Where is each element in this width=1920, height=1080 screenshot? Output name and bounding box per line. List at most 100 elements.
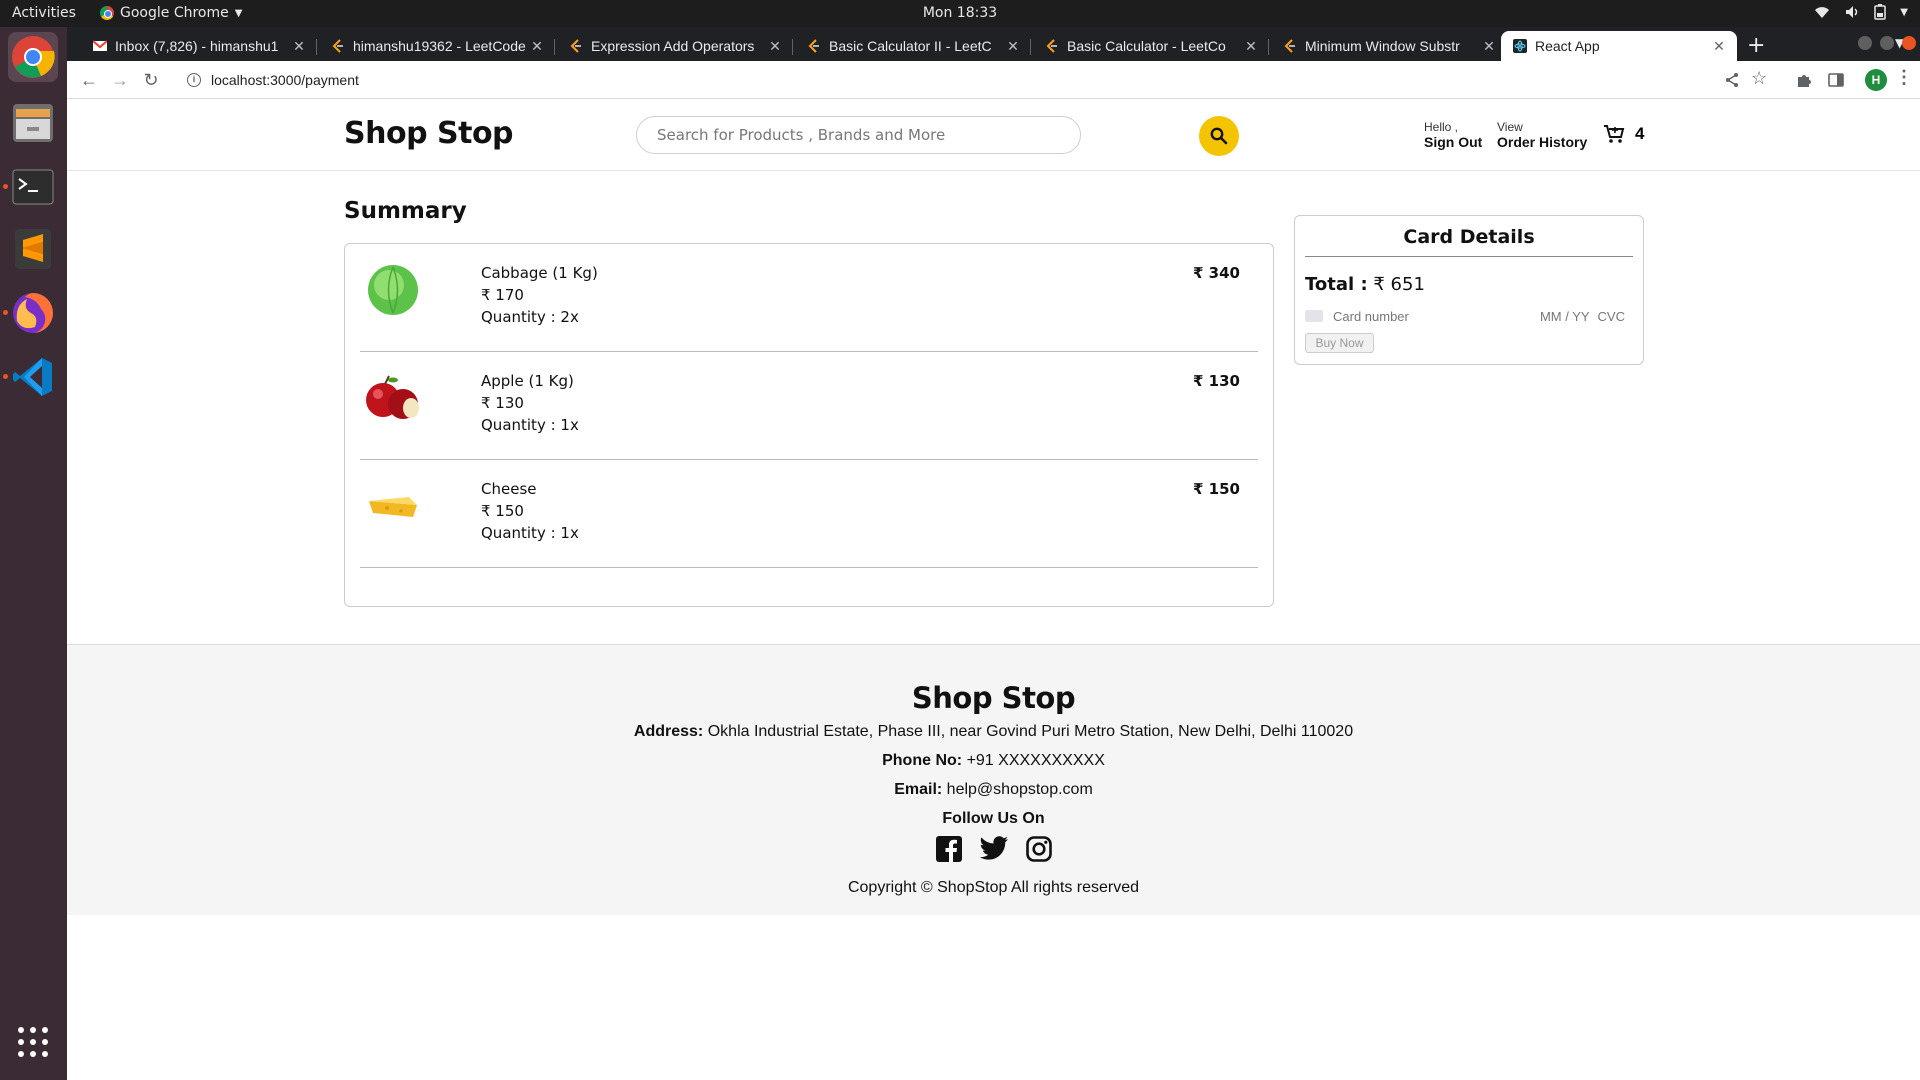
search-input[interactable] — [636, 116, 1081, 154]
close-window-icon[interactable] — [1902, 36, 1916, 50]
dock-firefox[interactable] — [3, 288, 58, 338]
volume-icon — [1846, 6, 1858, 18]
close-tab-icon[interactable]: ✕ — [529, 38, 545, 55]
twitter-icon[interactable] — [979, 836, 1008, 860]
clock[interactable]: Mon 18:33 — [923, 5, 997, 21]
tab-expression-add-operators[interactable]: Expression Add Operators ✕ — [557, 31, 793, 61]
card-details-heading: Card Details — [1305, 226, 1633, 257]
shopping-cart-icon — [1604, 125, 1625, 143]
close-tab-icon[interactable]: ✕ — [1243, 38, 1259, 55]
minimize-window-icon[interactable] — [1858, 36, 1872, 50]
profile-avatar[interactable]: H — [1865, 69, 1887, 91]
tab-leetcode-profile[interactable]: himanshu19362 - LeetCode ✕ — [319, 31, 555, 61]
caret-down-icon: ▼ — [1900, 6, 1908, 18]
social-links — [67, 836, 1920, 862]
system-top-bar: Activities Google Chrome ▼ Mon 18:33 ▼ — [0, 0, 1920, 27]
cabbage-image — [360, 258, 425, 322]
cheese-image — [360, 474, 425, 538]
expiry-field[interactable]: MM / YY — [1540, 309, 1590, 324]
email-text[interactable]: help@shopstop.com — [947, 781, 1093, 798]
tab-title: himanshu19362 - LeetCode — [353, 38, 526, 54]
tab-basic-calculator-ii[interactable]: Basic Calculator II - LeetC ✕ — [795, 31, 1031, 61]
cart-item: Cabbage (1 Kg) ₹ 170 Quantity : 2x ₹ 340 — [360, 244, 1258, 352]
cvc-field[interactable]: CVC — [1598, 309, 1625, 324]
dock-sublime[interactable] — [8, 224, 58, 274]
phone-label: Phone No: — [882, 752, 963, 769]
cart-button[interactable]: 4 — [1603, 123, 1644, 145]
tab-title: React App — [1535, 38, 1600, 54]
tab-inbox[interactable]: Inbox (7,826) - himanshu1 ✕ — [81, 31, 317, 61]
facebook-icon[interactable] — [935, 836, 962, 862]
address-bar[interactable]: i localhost:3000/payment — [177, 66, 1777, 94]
footer-brand: Shop Stop — [911, 681, 1076, 715]
leetcode-icon — [1046, 39, 1057, 53]
tab-basic-calculator[interactable]: Basic Calculator - LeetCo ✕ — [1033, 31, 1269, 61]
close-tab-icon[interactable]: ✕ — [1005, 38, 1021, 55]
show-applications-button[interactable] — [8, 1017, 58, 1067]
system-status-area[interactable]: ▼ — [1814, 4, 1908, 20]
total-label: Total : — [1305, 274, 1368, 295]
close-tab-icon[interactable]: ✕ — [1481, 38, 1497, 55]
item-price: ₹ 130 — [481, 394, 524, 412]
battery-icon — [1874, 4, 1887, 20]
cart-count: 4 — [1635, 124, 1645, 143]
new-tab-icon[interactable]: + — [1747, 33, 1765, 58]
leetcode-icon — [570, 39, 581, 53]
order-history-link[interactable]: Order History — [1497, 134, 1587, 150]
item-total: ₹ 130 — [1193, 372, 1240, 390]
item-name: Cheese — [481, 480, 537, 498]
leetcode-icon — [1284, 39, 1295, 53]
site-info-icon[interactable]: i — [187, 73, 201, 87]
dock-chrome[interactable] — [8, 32, 58, 82]
instagram-icon[interactable] — [1025, 836, 1052, 862]
reload-icon[interactable]: ↻ — [140, 69, 162, 91]
tab-title: Basic Calculator II - LeetC — [829, 38, 992, 54]
back-arrow-icon[interactable]: ← — [78, 69, 100, 91]
side-panel-icon[interactable] — [1828, 72, 1844, 88]
chrome-menu-icon[interactable]: ⋮ — [1895, 67, 1913, 88]
dock — [0, 27, 67, 1080]
bookmark-star-icon[interactable]: ☆ — [1751, 68, 1767, 89]
close-tab-icon[interactable]: ✕ — [291, 38, 307, 55]
brand-logo[interactable]: Shop Stop — [344, 116, 514, 151]
sign-out-option[interactable]: Hello , Sign Out — [1424, 120, 1482, 150]
item-quantity: Quantity : 1x — [481, 416, 579, 434]
dock-terminal[interactable] — [3, 162, 58, 212]
activities-button[interactable]: Activities — [12, 5, 76, 21]
summary-heading: Summary — [344, 198, 467, 224]
dock-vscode[interactable] — [3, 352, 58, 402]
item-total: ₹ 340 — [1193, 264, 1240, 282]
footer-address: Address: Okhla Industrial Estate, Phase … — [67, 723, 1920, 741]
app-menu[interactable]: Google Chrome ▼ — [100, 5, 242, 21]
forward-arrow-icon[interactable]: → — [109, 69, 131, 91]
tab-react-app[interactable]: React App ✕ — [1501, 31, 1737, 61]
item-price: ₹ 170 — [481, 286, 524, 304]
close-tab-icon[interactable]: ✕ — [767, 38, 783, 55]
sublime-text-icon — [15, 229, 51, 269]
site-footer: Shop Stop Address: Okhla Industrial Esta… — [67, 644, 1920, 915]
gmail-icon — [93, 40, 107, 51]
maximize-window-icon[interactable] — [1880, 36, 1894, 50]
tab-title: Inbox (7,826) - himanshu1 — [115, 38, 279, 54]
sign-out-link[interactable]: Sign Out — [1424, 134, 1482, 150]
running-indicator — [3, 374, 8, 379]
buy-now-button[interactable]: Buy Now — [1305, 333, 1374, 353]
address-label: Address: — [633, 723, 704, 740]
chrome-icon — [100, 6, 114, 20]
cart-item: Cheese ₹ 150 Quantity : 1x ₹ 150 — [360, 460, 1258, 568]
phone-text: +91 XXXXXXXXXX — [966, 752, 1105, 769]
search-button[interactable] — [1199, 116, 1239, 156]
cart-item: Apple (1 Kg) ₹ 130 Quantity : 1x ₹ 130 — [360, 352, 1258, 460]
card-input[interactable]: Card number MM / YY CVC — [1305, 306, 1625, 326]
order-total: Total : ₹ 651 — [1305, 274, 1425, 295]
card-details-panel: Card Details Total : ₹ 651 Card number M… — [1294, 215, 1644, 365]
tab-title: Minimum Window Substr — [1305, 38, 1460, 54]
order-history-option[interactable]: View Order History — [1497, 120, 1587, 150]
close-tab-icon[interactable]: ✕ — [1711, 38, 1727, 55]
card-number-field[interactable]: Card number — [1333, 309, 1540, 324]
order-summary: Cabbage (1 Kg) ₹ 170 Quantity : 2x ₹ 340… — [344, 243, 1274, 607]
tab-minimum-window-substring[interactable]: Minimum Window Substr ✕ — [1271, 31, 1507, 61]
extensions-puzzle-icon[interactable] — [1796, 72, 1812, 88]
dock-files[interactable] — [8, 98, 58, 148]
share-icon[interactable] — [1725, 72, 1739, 88]
